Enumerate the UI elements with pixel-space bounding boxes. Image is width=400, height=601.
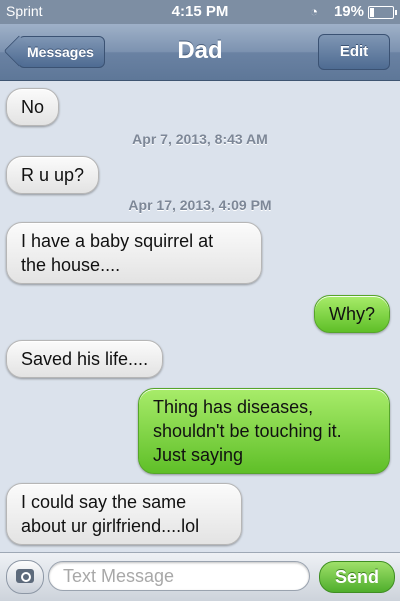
message-line: the house.... [21, 255, 121, 275]
message-bubble-incoming[interactable]: I have a baby squirrel at the house.... [6, 222, 262, 284]
status-bar: Sprint 4:15 PM ◔ 19% [0, 0, 400, 24]
camera-icon [16, 569, 34, 583]
battery-fill [370, 8, 374, 17]
text-message-input[interactable]: Text Message [48, 561, 310, 591]
message-bubble-outgoing[interactable]: Thing has diseases, shouldn't be touchin… [138, 388, 390, 474]
message-bubble-outgoing[interactable]: Why? [313, 295, 390, 333]
rotation-lock-icon: ◔ [310, 4, 318, 19]
battery-icon [368, 6, 397, 19]
message-line: about ur girlfriend....lol [21, 516, 200, 536]
message-bubble-incoming[interactable]: Saved his life.... [6, 340, 164, 378]
message-text: R u up? [21, 165, 85, 185]
message-line: Just saying [153, 445, 244, 465]
message-bubble-incoming[interactable]: No [6, 88, 60, 126]
send-button[interactable]: Send [319, 561, 395, 593]
message-list[interactable]: No Apr 7, 2013, 8:43 AM R u up? Apr 17, … [0, 81, 400, 551]
message-bubble-incoming[interactable]: I could say the same about ur girlfriend… [6, 483, 242, 545]
message-text: Saved his life.... [21, 349, 149, 369]
compose-bar: Text Message Send [0, 552, 400, 601]
message-line: I could say the same [21, 492, 187, 512]
message-text: Why? [328, 304, 375, 324]
battery-percent: 19% [333, 3, 364, 20]
nav-bar: Messages Dad Edit [0, 24, 400, 81]
message-line: Thing has diseases, [153, 397, 314, 417]
message-line: I have a baby squirrel at [21, 231, 214, 251]
message-text: No [21, 97, 45, 117]
timestamp: Apr 17, 2013, 4:09 PM [128, 197, 272, 213]
timestamp: Apr 7, 2013, 8:43 AM [132, 131, 268, 147]
message-bubble-incoming[interactable]: R u up? [6, 156, 100, 194]
message-line: shouldn't be touching it. [153, 421, 342, 441]
edit-button[interactable]: Edit [318, 34, 390, 70]
camera-button[interactable] [6, 560, 44, 594]
